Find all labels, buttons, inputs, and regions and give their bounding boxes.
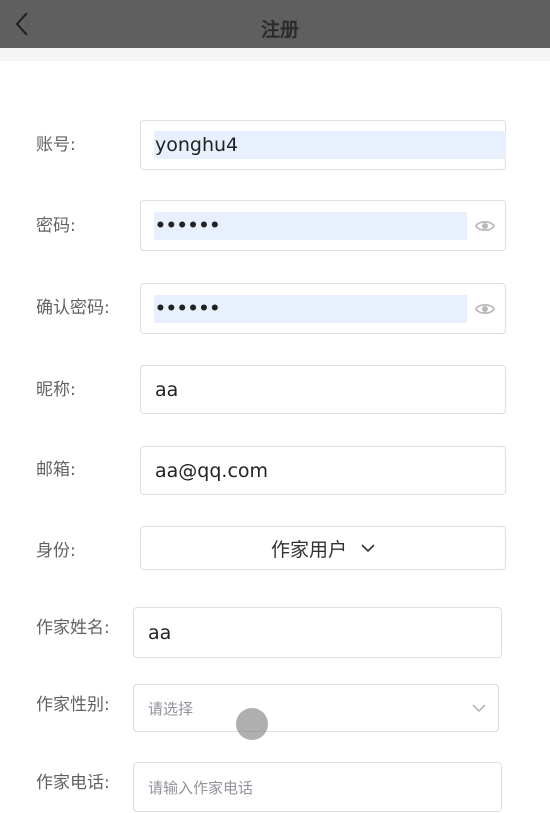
identity-select[interactable]: 作家用户	[140, 526, 506, 570]
writer-name-value: aa	[148, 621, 172, 644]
confirm-password-input[interactable]: ••••••	[140, 283, 506, 334]
writer-gender-chevron	[472, 685, 486, 731]
chevron-down-icon	[361, 543, 375, 552]
writer-gender-placeholder: 请选择	[148, 699, 194, 718]
email-input[interactable]: aa@qq.com	[140, 446, 506, 495]
confirm-password-visibility-toggle[interactable]	[474, 300, 496, 318]
account-value: yonghu4	[155, 134, 239, 156]
identity-value: 作家用户	[270, 538, 347, 561]
writer-phone-input[interactable]: 请输入作家电话	[133, 762, 502, 812]
identity-label: 身份:	[36, 541, 76, 561]
writer-gender-select[interactable]: 请选择	[133, 684, 499, 732]
writer-gender-label: 作家性别:	[36, 695, 110, 715]
eye-icon	[475, 220, 495, 232]
writer-phone-label: 作家电话:	[36, 773, 110, 793]
password-input[interactable]: ••••••	[140, 200, 506, 251]
confirm-password-label: 确认密码:	[36, 298, 110, 318]
chevron-down-icon	[472, 703, 486, 712]
page-title: 注册	[260, 19, 299, 41]
account-label: 账号:	[36, 135, 76, 155]
account-autofill: yonghu4	[154, 131, 506, 159]
header-divider	[0, 48, 550, 61]
confirm-password-autofill: ••••••	[154, 295, 467, 323]
account-input[interactable]: yonghu4	[140, 120, 506, 170]
writer-phone-placeholder: 请输入作家电话	[148, 778, 254, 797]
nickname-input[interactable]: aa	[140, 365, 506, 414]
email-label: 邮箱:	[36, 460, 76, 480]
nickname-value: aa	[155, 378, 179, 401]
writer-name-input[interactable]: aa	[133, 607, 502, 658]
nickname-label: 昵称:	[36, 380, 76, 400]
password-visibility-toggle[interactable]	[474, 217, 496, 235]
password-value: ••••••	[155, 216, 221, 236]
password-autofill: ••••••	[154, 212, 467, 240]
email-value: aa@qq.com	[155, 459, 269, 482]
writer-name-label: 作家姓名:	[36, 618, 110, 638]
eye-icon	[475, 303, 495, 315]
header-bar: 注册	[0, 0, 550, 48]
confirm-password-value: ••••••	[155, 299, 221, 319]
touch-indicator	[236, 708, 268, 740]
password-label: 密码:	[36, 216, 76, 236]
